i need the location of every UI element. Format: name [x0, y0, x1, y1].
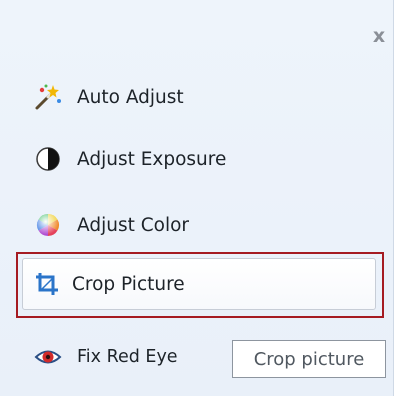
- auto-adjust-label: Auto Adjust: [77, 86, 184, 108]
- exposure-half-circle-icon: [33, 144, 63, 174]
- adjust-exposure-label: Adjust Exposure: [77, 148, 227, 170]
- red-eye-icon: [33, 342, 63, 372]
- adjust-color-button[interactable]: Adjust Color: [33, 205, 189, 245]
- auto-adjust-button[interactable]: Auto Adjust: [33, 77, 184, 117]
- magic-wand-icon: [33, 82, 63, 112]
- crop-icon: [34, 271, 60, 297]
- crop-picture-tooltip: Crop picture: [232, 340, 386, 378]
- fix-red-eye-button[interactable]: Fix Red Eye: [33, 337, 178, 377]
- crop-picture-label: Crop Picture: [72, 273, 185, 295]
- picture-tools-panel: x Auto Adjust Adjust Exposure Adjust Col…: [0, 0, 394, 396]
- close-button[interactable]: x: [369, 25, 389, 47]
- close-icon: x: [372, 25, 386, 47]
- crop-highlight-frame: Crop Picture: [16, 252, 384, 318]
- color-wheel-icon: [33, 210, 63, 240]
- crop-picture-button[interactable]: Crop Picture: [22, 258, 376, 310]
- fix-red-eye-label: Fix Red Eye: [77, 347, 178, 367]
- adjust-color-label: Adjust Color: [77, 214, 190, 236]
- adjust-exposure-button[interactable]: Adjust Exposure: [33, 139, 226, 179]
